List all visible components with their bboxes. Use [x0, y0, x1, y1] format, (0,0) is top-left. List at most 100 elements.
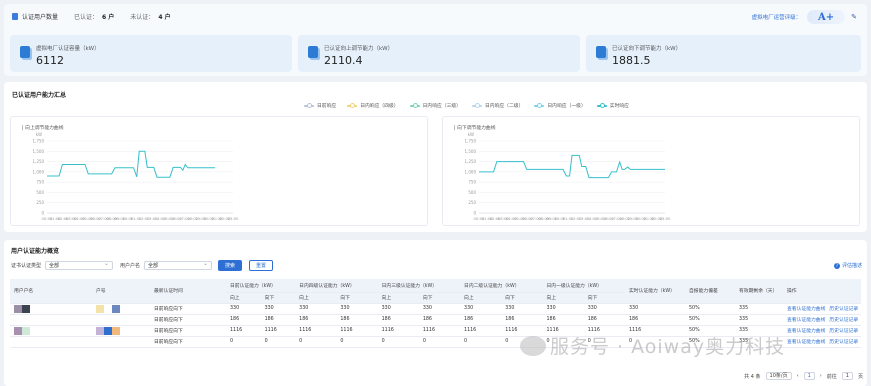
days-left-cell: 335	[735, 303, 783, 315]
help-label: 评估描述	[841, 263, 862, 269]
y-tick-label: 1,500	[465, 149, 477, 154]
capacity-value: 6112	[36, 54, 64, 67]
y-tick-label: 250	[468, 200, 476, 205]
capability-cell: 0	[336, 336, 378, 348]
goto-input[interactable]: 1	[841, 372, 853, 380]
down-regulation-value: 1881.5	[612, 54, 651, 67]
series-line	[47, 150, 216, 178]
sub-up: 向上	[226, 292, 261, 304]
table-row: 日前响应向下 186 186 186 186 186 186 186 186 186 186 186 5…	[10, 314, 861, 326]
capacity-icon	[20, 46, 30, 58]
cert-type-label: 证书认证类型	[11, 263, 42, 269]
document-icon	[12, 13, 18, 20]
deviation-cell: 50%	[685, 303, 735, 315]
col-intraday-4: 日内四级认证能力（kW）	[295, 279, 378, 293]
uncertified-label: 未认证：	[130, 14, 155, 21]
legend-item[interactable]: 日内响应（四级）	[347, 102, 399, 109]
capability-cell: 1116	[460, 325, 502, 337]
sub-down: 向下	[583, 292, 625, 304]
capability-cell: 1116	[418, 325, 461, 337]
up-curve-svg: kW1,7501,5001,2501,000750500250000:0001:…	[33, 132, 240, 221]
search-button[interactable]: 搜索	[218, 260, 242, 271]
page-number[interactable]: 1	[803, 372, 815, 380]
capability-cell: 330	[460, 303, 502, 315]
history-link[interactable]: 历史认证记录	[829, 307, 858, 312]
user-name-cell	[10, 325, 92, 337]
pagination: 共 4 条 10条/页 ‹ 1 › 前往 1 页	[744, 372, 863, 380]
table-row: 日前响应向下 330 330 330 330 330 330 330 330 330 330 330 5…	[10, 303, 861, 315]
capability-summary-panel: 已认证用户能力汇总 日前响应 日内响应（四级） 日内响应（三级） 日内响应（二级） 日内…	[4, 82, 867, 232]
account-cell	[92, 303, 150, 315]
user-name-select[interactable]: 全部	[144, 260, 213, 270]
operation-cell[interactable]: 查看认证能力曲线 历史认证记录	[783, 336, 861, 348]
col-intraday-2: 日内二级认证能力（kW）	[460, 279, 543, 293]
masked-user-name	[22, 304, 30, 313]
legend-item[interactable]: 日内响应（一级）	[534, 102, 586, 109]
y-tick-label: 500	[36, 190, 44, 195]
series-line	[479, 154, 665, 179]
capability-cell: 0	[260, 336, 296, 348]
capability-cell: 186	[295, 314, 337, 326]
latest-time-cell: 日前响应向下	[150, 314, 226, 326]
certified-label: 已认证：	[74, 14, 99, 21]
legend-swatch	[534, 103, 545, 108]
legend-swatch	[596, 103, 607, 108]
col-intraday-3: 日内三级认证能力（kW）	[377, 279, 461, 293]
operation-cell[interactable]: 查看认证能力曲线 历史认证记录	[783, 325, 861, 337]
capability-cell: 0	[418, 336, 461, 348]
latest-time-cell: 日前响应向下	[150, 336, 226, 348]
capability-cell: 186	[583, 314, 625, 326]
cert-type-select[interactable]: 全部	[45, 260, 114, 270]
legend-label: 日内响应（三级）	[422, 104, 461, 109]
masked-account	[104, 326, 112, 335]
history-link[interactable]: 历史认证记录	[829, 329, 858, 334]
summary-title: 已认证用户能力汇总	[12, 92, 67, 99]
down-regulation-icon	[596, 46, 606, 58]
legend-item[interactable]: 日内响应（三级）	[409, 102, 461, 109]
legend-label: 日前响应	[317, 104, 337, 109]
legend-item[interactable]: 实时响应	[596, 102, 629, 109]
up-regulation-label: 已认证向上调节能力（kW）	[324, 46, 394, 52]
operation-cell[interactable]: 查看认证能力曲线 历史认证记录	[783, 314, 861, 326]
x-tick-label: 23:00	[660, 216, 672, 221]
legend-swatch	[304, 103, 314, 108]
masked-account	[112, 326, 120, 335]
capability-cell: 186	[418, 314, 461, 326]
legend-label: 日内响应（二级）	[484, 104, 524, 109]
history-link[interactable]: 历史认证记录	[829, 318, 858, 323]
account-cell	[92, 314, 150, 326]
watermark: 服务号 · Aoiway奥力科技	[550, 336, 786, 358]
next-page-icon[interactable]: ›	[820, 373, 822, 379]
legend-item[interactable]: 日前响应	[304, 102, 336, 109]
capability-cell: 330	[336, 303, 378, 315]
help-link[interactable]: ? 评估描述	[833, 262, 862, 269]
sub-down: 向下	[260, 292, 296, 304]
reset-button[interactable]: 重置	[249, 260, 273, 271]
down-curve-svg: kW1,7501,5001,2501,000750500250000:0001:…	[465, 132, 672, 221]
user-count-header: 认证用户数量 已认证： 6 户 未认证： 4 户	[12, 12, 171, 21]
legend-label: 实时响应	[609, 104, 629, 109]
legend-item[interactable]: 日内响应（二级）	[471, 102, 524, 109]
down-curve-chart: | 向下调节能力曲线 kW 1,750 1,500 1,250 1,000 750 500 2…	[442, 116, 860, 226]
capability-cell: 1116	[377, 325, 419, 337]
history-link[interactable]: 历史认证记录	[829, 340, 858, 345]
view-curve-link[interactable]: 查看认证能力曲线	[787, 329, 825, 334]
chart-legend: 日前响应 日内响应（四级） 日内响应（三级） 日内响应（二级） 日内响应（一级） 实时响应	[304, 102, 629, 109]
view-curve-link[interactable]: 查看认证能力曲线	[787, 340, 825, 345]
view-curve-link[interactable]: 查看认证能力曲线	[787, 318, 825, 323]
wechat-watermark-icon	[520, 336, 546, 356]
legend-swatch	[409, 103, 420, 108]
down-regulation-label: 已认证向下调节能力（kW）	[612, 46, 682, 52]
up-curve-chart: | 向上调节能力曲线 kW 1,750 1,500 1,250 1,000 750 500 2…	[10, 116, 428, 226]
overview-title: 用户认证能力概览	[11, 248, 60, 255]
capability-cell: 330	[583, 303, 625, 315]
page-size-select[interactable]: 10条/页	[765, 372, 792, 380]
view-curve-link[interactable]: 查看认证能力曲线	[787, 307, 825, 312]
up-regulation-value: 2110.4	[324, 54, 363, 67]
operation-cell[interactable]: 查看认证能力曲线 历史认证记录	[783, 303, 861, 315]
edit-icon[interactable]: ✎	[851, 13, 857, 21]
prev-page-icon[interactable]: ‹	[797, 373, 799, 379]
masked-account	[104, 304, 112, 313]
legend-swatch	[347, 103, 358, 108]
sub-up: 向上	[542, 292, 584, 304]
